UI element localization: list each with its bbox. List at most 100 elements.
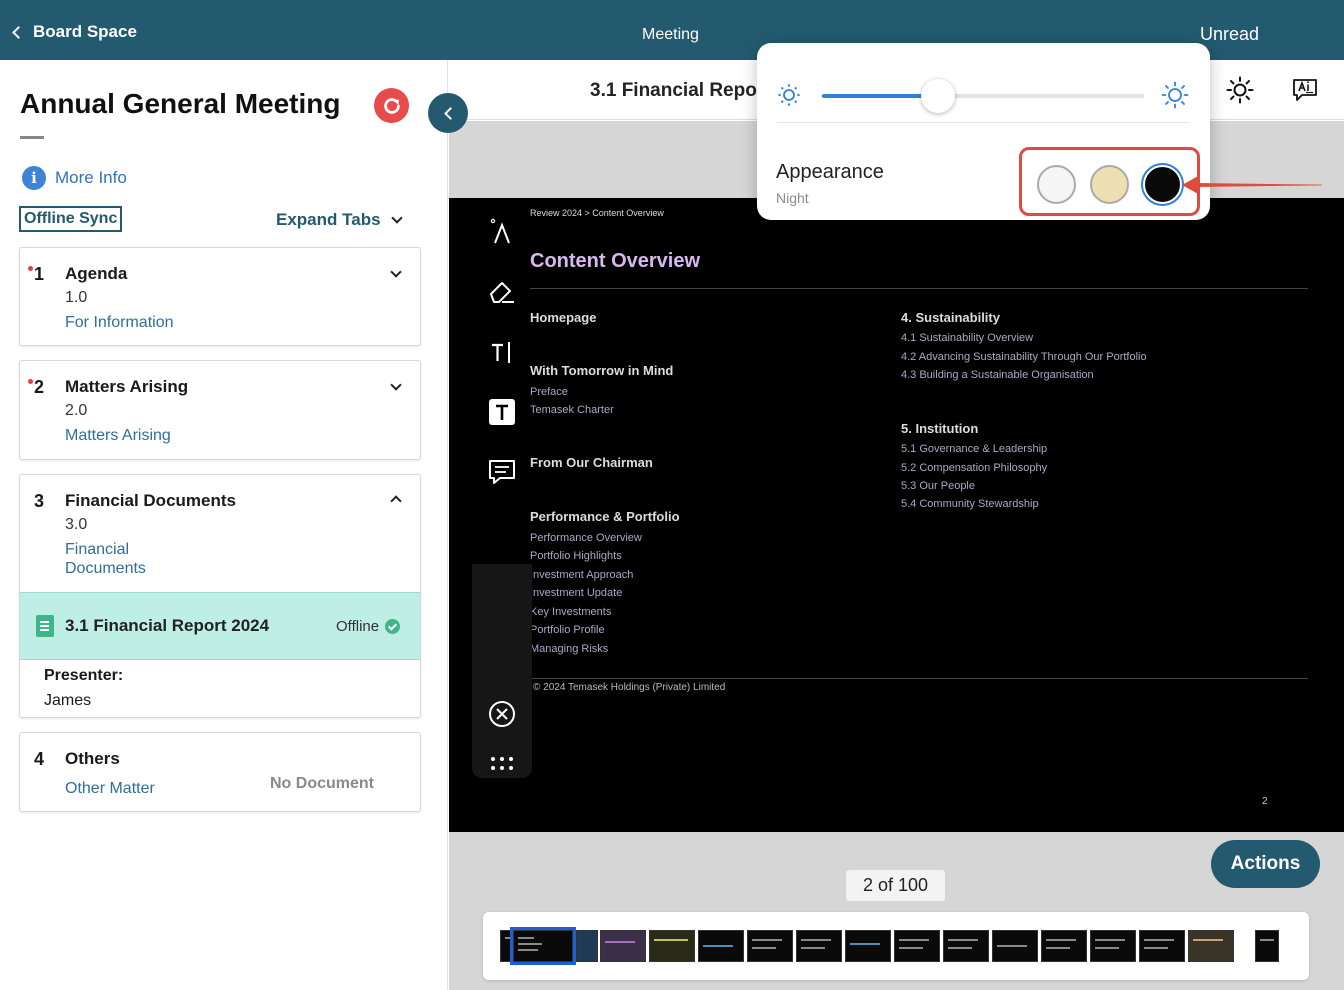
unread-dot [28, 266, 33, 271]
eraser-tool-button[interactable] [487, 276, 517, 306]
toc-item: Portfolio Profile [530, 624, 605, 636]
theme-light-swatch[interactable] [1037, 165, 1076, 204]
chevron-down-icon[interactable] [390, 379, 402, 391]
agenda-item-3[interactable]: 3 Financial Documents 3.0 Financial Docu… [19, 474, 421, 718]
agenda-number: 2 [34, 377, 45, 397]
presenter-label: Presenter: [44, 667, 124, 684]
more-info-link[interactable]: i More Info [22, 166, 127, 190]
agenda-version: 2.0 [65, 402, 88, 419]
page-thumbnail[interactable] [1139, 930, 1185, 962]
brightness-slider-knob[interactable] [920, 79, 955, 113]
agenda-title: Matters Arising [65, 377, 189, 396]
page-thumbnail[interactable] [1255, 930, 1279, 962]
page-thumbnail[interactable] [992, 930, 1038, 962]
theme-sepia-swatch[interactable] [1090, 165, 1129, 204]
no-document-label: No Document [270, 775, 374, 792]
page-thumbnail[interactable] [747, 930, 793, 962]
brightness-slider[interactable] [822, 79, 1144, 113]
appearance-mode: Night [776, 190, 809, 206]
page-number: 2 [1262, 796, 1268, 807]
agenda-number: 3 [34, 491, 45, 511]
page-thumbnail[interactable] [600, 930, 646, 962]
agenda-number: 1 [34, 264, 45, 284]
toc-item: 4.1 Sustainability Overview [901, 332, 1034, 344]
back-button[interactable]: Board Space [10, 22, 137, 42]
page-thumbnail[interactable] [845, 930, 891, 962]
page-thumbnail-selected[interactable] [510, 927, 576, 965]
page-thumbnail[interactable] [1188, 930, 1234, 962]
collapse-panel-button[interactable] [428, 93, 468, 133]
more-tools-button[interactable] [487, 748, 517, 778]
page-thumbnail[interactable] [894, 930, 940, 962]
toc-section: 4. Sustainability [901, 310, 1000, 325]
text-box-tool-button[interactable] [487, 397, 517, 427]
agenda-purpose: Other Matter [65, 780, 155, 797]
document-icon [36, 615, 54, 637]
toc-item: Managing Risks [530, 643, 609, 655]
toc-section: With Tomorrow in Mind [530, 363, 674, 378]
annotation-toolbar [472, 198, 532, 778]
page-thumbnail[interactable] [1090, 930, 1136, 962]
meeting-tab[interactable]: Meeting [642, 26, 699, 44]
refresh-button[interactable] [374, 88, 409, 123]
page-rule [530, 678, 1308, 679]
expand-tabs-button[interactable]: Expand Tabs [276, 210, 403, 230]
unread-dot [28, 379, 33, 384]
document-page[interactable]: Review 2024 > Content Overview Content O… [449, 198, 1344, 832]
theme-night-swatch[interactable] [1143, 165, 1182, 204]
document-item-financial-report[interactable]: 3.1 Financial Report 2024 Offline [20, 592, 420, 660]
toc-item: 4.3 Building a Sustainable Organisation [901, 369, 1094, 381]
page-thumbnail[interactable] [576, 930, 598, 962]
toc-item: 4.2 Advancing Sustainability Through Our… [901, 351, 1147, 363]
toc-item: Investment Update [530, 587, 623, 599]
comment-icon [489, 460, 515, 484]
page-thumbnail[interactable] [649, 930, 695, 962]
chevron-left-icon [443, 106, 457, 120]
toolbar-bottom [472, 564, 532, 778]
agenda-purpose: Financial Documents [65, 541, 146, 577]
theme-swatch-highlight [1019, 147, 1200, 216]
brightness-low-icon [778, 84, 800, 106]
comment-tool-button[interactable] [487, 457, 517, 487]
toc-item: Key Investments [530, 606, 612, 618]
pen-tool-button[interactable] [487, 216, 517, 246]
toc-item: Preface [530, 386, 568, 398]
chevron-up-icon[interactable] [390, 495, 402, 507]
presenter-name: James [44, 692, 92, 709]
thumbnail-strip[interactable] [483, 912, 1309, 980]
document-title: 3.1 Financial Report 2024 [65, 616, 270, 635]
page-indicator: 2 of 100 [846, 870, 945, 901]
agenda-title: Others [65, 749, 120, 768]
unread-tab[interactable]: Unread [1200, 24, 1259, 45]
chevron-down-icon [390, 211, 403, 224]
chevron-down-icon[interactable] [390, 266, 402, 278]
offline-status: Offline [336, 618, 401, 635]
expand-tabs-label: Expand Tabs [276, 210, 381, 229]
agenda-title: Agenda [65, 264, 128, 283]
more-info-label: More Info [55, 168, 127, 187]
agenda-panel: Annual General Meeting i More Info Offli… [0, 60, 448, 990]
info-icon: i [22, 166, 46, 190]
page-thumbnail[interactable] [698, 930, 744, 962]
page-thumbnail[interactable] [943, 930, 989, 962]
ai-summary-icon[interactable] [1292, 78, 1318, 102]
toc-item: Investment Approach [530, 569, 634, 581]
agenda-version: 3.0 [65, 516, 88, 533]
offline-sync-button[interactable]: Offline Sync [19, 206, 123, 232]
page-heading: Content Overview [530, 250, 701, 272]
brightness-icon[interactable] [1226, 76, 1254, 104]
toc-section: Homepage [530, 310, 597, 325]
agenda-item-4[interactable]: 4 Others Other Matter No Document [19, 732, 421, 812]
page-thumbnail[interactable] [1041, 930, 1087, 962]
actions-button[interactable]: Actions [1211, 840, 1320, 888]
back-label: Board Space [33, 22, 137, 41]
page-thumbnail[interactable] [796, 930, 842, 962]
agenda-item-1[interactable]: 1 Agenda 1.0 For Information [19, 247, 421, 346]
close-toolbar-button[interactable] [487, 699, 517, 729]
chevron-left-icon [12, 25, 25, 39]
offline-label: Offline [336, 618, 380, 635]
agenda-item-2[interactable]: 2 Matters Arising 2.0 Matters Arising [19, 360, 421, 460]
text-cursor-tool-button[interactable] [487, 337, 517, 367]
toc-section: Performance & Portfolio [530, 509, 680, 524]
check-icon [385, 619, 401, 634]
